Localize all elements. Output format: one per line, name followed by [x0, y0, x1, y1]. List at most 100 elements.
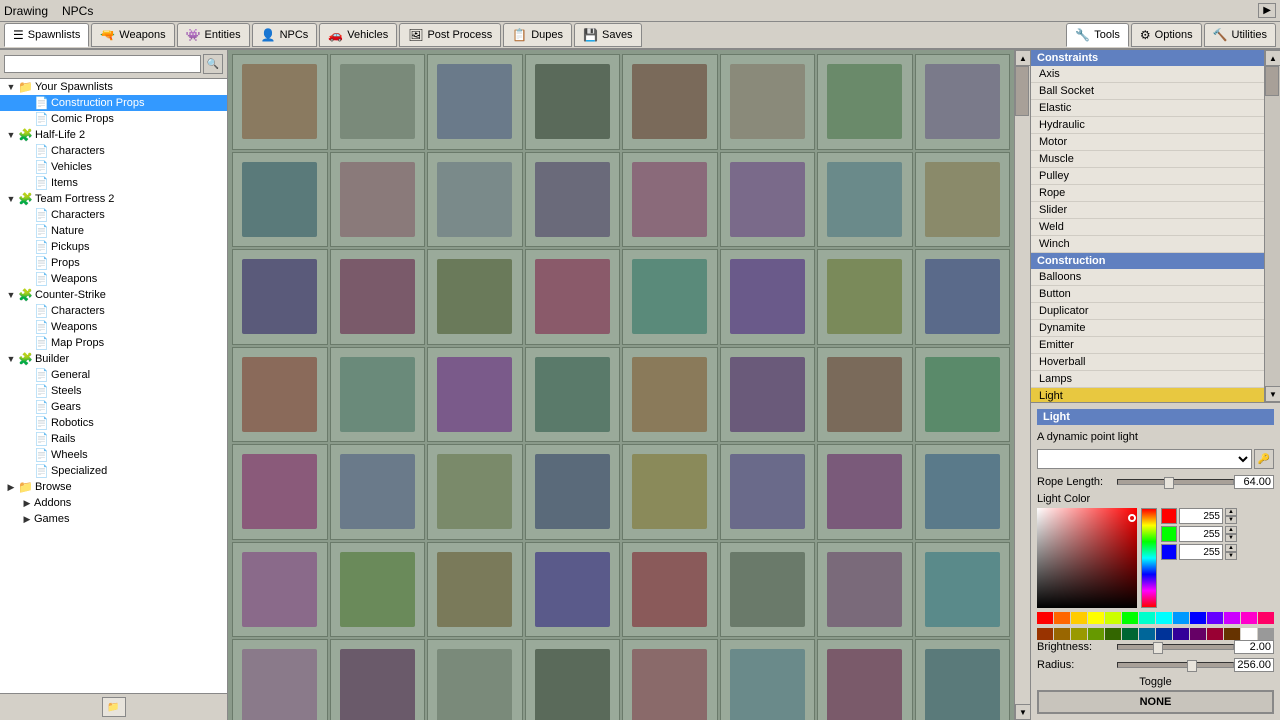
palette-color-r2-1[interactable]: [1054, 628, 1070, 640]
tool-item-balloons[interactable]: Balloons: [1031, 269, 1264, 286]
right-scroll-thumb[interactable]: [1265, 66, 1279, 96]
palette-color-r2-8[interactable]: [1173, 628, 1189, 640]
tree-toggle-addons[interactable]: ▶: [20, 496, 34, 510]
palette-color-r2-11[interactable]: [1224, 628, 1240, 640]
prop-cell-11[interactable]: [525, 152, 621, 248]
tree-item-tf2-pickups[interactable]: 📄Pickups: [0, 239, 227, 255]
r-spin-down[interactable]: ▼: [1225, 516, 1237, 524]
tab-entities[interactable]: 👾 Entities: [177, 23, 250, 47]
palette-color-r2-3[interactable]: [1088, 628, 1104, 640]
prop-cell-46[interactable]: [817, 542, 913, 638]
g-spin-up[interactable]: ▲: [1225, 526, 1237, 534]
prop-cell-18[interactable]: [427, 249, 523, 345]
palette-color-r2-5[interactable]: [1122, 628, 1138, 640]
tree-item-tf2-props[interactable]: 📄Props: [0, 255, 227, 271]
radius-value[interactable]: [1234, 658, 1274, 672]
brightness-slider[interactable]: [1117, 644, 1234, 650]
prop-cell-41[interactable]: [330, 542, 426, 638]
tool-item-winch[interactable]: Winch: [1031, 236, 1264, 253]
right-scroll-up[interactable]: ▲: [1265, 50, 1280, 66]
tree-item-half-life-2[interactable]: ▼🧩Half-Life 2: [0, 127, 227, 143]
palette-color-r1-4[interactable]: [1105, 612, 1121, 624]
palette-color-r2-6[interactable]: [1139, 628, 1155, 640]
none-button[interactable]: NONE: [1037, 690, 1274, 714]
search-button[interactable]: 🔍: [203, 54, 223, 74]
palette-color-r2-0[interactable]: [1037, 628, 1053, 640]
prop-cell-8[interactable]: [232, 152, 328, 248]
prop-cell-43[interactable]: [525, 542, 621, 638]
tree-item-cs-weapons[interactable]: 📄Weapons: [0, 319, 227, 335]
tree-toggle-team-fortress-2[interactable]: ▼: [4, 192, 18, 206]
prop-cell-34[interactable]: [427, 444, 523, 540]
tree-toggle-games[interactable]: ▶: [20, 512, 34, 526]
tree-item-b-steels[interactable]: 📄Steels: [0, 383, 227, 399]
palette-color-r1-5[interactable]: [1122, 612, 1138, 624]
tree-toggle-counter-strike[interactable]: ▼: [4, 288, 18, 302]
tree-item-hl2-characters[interactable]: 📄Characters: [0, 143, 227, 159]
brightness-value[interactable]: [1234, 640, 1274, 654]
tool-item-pulley[interactable]: Pulley: [1031, 168, 1264, 185]
prop-cell-48[interactable]: [232, 639, 328, 720]
g-input[interactable]: [1179, 526, 1223, 542]
prop-cell-20[interactable]: [622, 249, 718, 345]
tree-item-your-spawnlists[interactable]: ▼📁Your Spawnlists: [0, 79, 227, 95]
palette-color-r2-10[interactable]: [1207, 628, 1223, 640]
tree-item-construction-props[interactable]: 📄Construction Props: [0, 95, 227, 111]
prop-cell-37[interactable]: [720, 444, 816, 540]
palette-color-r2-12[interactable]: [1241, 628, 1257, 640]
tab-weapons[interactable]: 🔫 Weapons: [91, 23, 174, 47]
prop-cell-10[interactable]: [427, 152, 523, 248]
tool-item-duplicator[interactable]: Duplicator: [1031, 303, 1264, 320]
prop-cell-6[interactable]: [817, 54, 913, 150]
tool-item-ball-socket[interactable]: Ball Socket: [1031, 83, 1264, 100]
scroll-up-button[interactable]: ▲: [1015, 50, 1030, 66]
tab-tools[interactable]: 🔧 Tools: [1066, 23, 1129, 47]
prop-cell-1[interactable]: [330, 54, 426, 150]
tree-item-b-general[interactable]: 📄General: [0, 367, 227, 383]
prop-cell-25[interactable]: [330, 347, 426, 443]
menu-arrow[interactable]: ▶: [1258, 3, 1276, 18]
prop-cell-50[interactable]: [427, 639, 523, 720]
tree-item-b-robotics[interactable]: 📄Robotics: [0, 415, 227, 431]
tool-item-slider[interactable]: Slider: [1031, 202, 1264, 219]
tree-item-builder[interactable]: ▼🧩Builder: [0, 351, 227, 367]
b-spin-down[interactable]: ▼: [1225, 552, 1237, 560]
palette-color-r1-8[interactable]: [1173, 612, 1189, 624]
palette-color-r1-6[interactable]: [1139, 612, 1155, 624]
tool-item-dynamite[interactable]: Dynamite: [1031, 320, 1264, 337]
prop-cell-0[interactable]: [232, 54, 328, 150]
prop-cell-54[interactable]: [817, 639, 913, 720]
palette-color-r1-7[interactable]: [1156, 612, 1172, 624]
tree-item-cs-map-props[interactable]: 📄Map Props: [0, 335, 227, 351]
light-preset-dropdown[interactable]: [1037, 449, 1252, 469]
prop-cell-53[interactable]: [720, 639, 816, 720]
prop-cell-22[interactable]: [817, 249, 913, 345]
tool-item-motor[interactable]: Motor: [1031, 134, 1264, 151]
search-input[interactable]: [4, 55, 201, 73]
palette-color-r2-7[interactable]: [1156, 628, 1172, 640]
rope-length-slider[interactable]: [1117, 479, 1234, 485]
tree-item-b-gears[interactable]: 📄Gears: [0, 399, 227, 415]
color-gradient[interactable]: [1037, 508, 1137, 608]
tree-item-games[interactable]: ▶Games: [0, 511, 227, 527]
menu-drawing[interactable]: Drawing: [4, 4, 48, 18]
tree-item-comic-props[interactable]: 📄Comic Props: [0, 111, 227, 127]
tree-item-tf2-nature[interactable]: 📄Nature: [0, 223, 227, 239]
rope-length-value[interactable]: [1234, 475, 1274, 489]
prop-cell-5[interactable]: [720, 54, 816, 150]
prop-cell-39[interactable]: [915, 444, 1011, 540]
palette-color-r1-11[interactable]: [1224, 612, 1240, 624]
prop-cell-33[interactable]: [330, 444, 426, 540]
tool-item-elastic[interactable]: Elastic: [1031, 100, 1264, 117]
prop-cell-23[interactable]: [915, 249, 1011, 345]
tab-npcs[interactable]: 👤 NPCs: [252, 23, 318, 47]
prop-cell-32[interactable]: [232, 444, 328, 540]
prop-cell-16[interactable]: [232, 249, 328, 345]
palette-color-r2-2[interactable]: [1071, 628, 1087, 640]
prop-cell-55[interactable]: [915, 639, 1011, 720]
prop-cell-15[interactable]: [915, 152, 1011, 248]
palette-color-r1-12[interactable]: [1241, 612, 1257, 624]
prop-cell-28[interactable]: [622, 347, 718, 443]
tree-toggle-your-spawnlists[interactable]: ▼: [4, 80, 18, 94]
tab-vehicles[interactable]: 🚗 Vehicles: [319, 23, 397, 47]
